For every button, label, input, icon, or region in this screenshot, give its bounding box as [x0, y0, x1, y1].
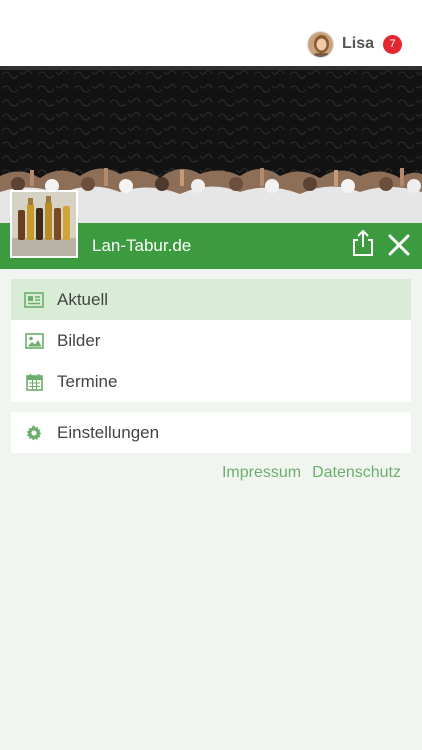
impressum-link[interactable]: Impressum — [222, 464, 301, 482]
menu-item-label: Aktuell — [57, 289, 109, 309]
menu-item-label: Einstellungen — [57, 422, 160, 442]
menu-item-termine[interactable]: Termine — [11, 361, 411, 402]
menu-item-bilder[interactable]: Bilder — [11, 320, 411, 361]
share-icon — [353, 229, 373, 256]
user-avatar[interactable] — [306, 30, 334, 58]
menu-item-label: Bilder — [57, 330, 101, 350]
newspaper-icon — [24, 290, 44, 310]
close-button[interactable] — [386, 232, 412, 258]
share-button[interactable] — [350, 229, 376, 257]
user-account[interactable]: Lisa 7 — [306, 30, 402, 58]
image-icon — [24, 331, 44, 351]
datenschutz-link[interactable]: Datenschutz — [312, 464, 401, 482]
menu-item-label: Termine — [57, 371, 118, 391]
site-title: Lan-Tabur.de — [92, 236, 192, 255]
footer-links: Impressum Datenschutz — [222, 464, 401, 482]
menu-item-aktuell[interactable]: Aktuell — [11, 279, 411, 320]
close-icon — [388, 234, 410, 256]
menu-item-einstellungen[interactable]: Einstellungen — [11, 412, 411, 453]
gear-icon — [24, 423, 44, 443]
notification-badge[interactable]: 7 — [383, 34, 402, 54]
settings-menu: Einstellungen — [11, 412, 411, 453]
user-name[interactable]: Lisa — [342, 35, 374, 53]
calendar-icon — [24, 372, 44, 392]
top-bar: Lisa 7 — [0, 0, 422, 66]
main-menu: Aktuell Bilder Termine — [11, 279, 411, 402]
site-thumbnail — [10, 190, 78, 258]
